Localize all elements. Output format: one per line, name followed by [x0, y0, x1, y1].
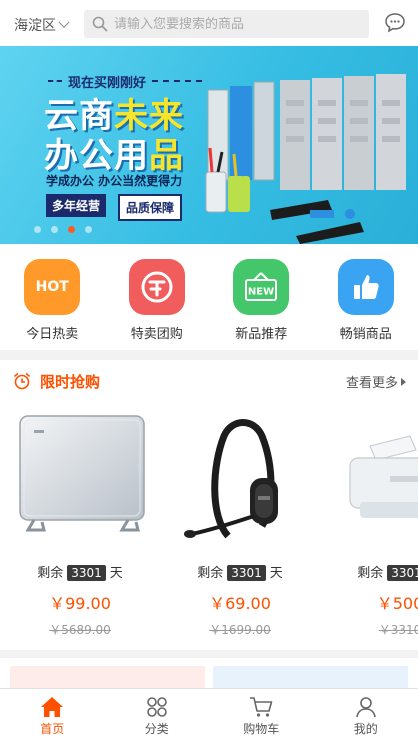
banner-dot[interactable] [34, 226, 41, 233]
hot-icon: HOT [24, 259, 81, 315]
tab-label: 首页 [40, 722, 65, 736]
remain-prefix: 剩余 [197, 566, 224, 581]
banner-headline-2: 办公用品 [44, 128, 184, 177]
banner-dot-active[interactable] [68, 226, 75, 233]
banner-headline-2b: 品 [149, 136, 184, 176]
district-selector[interactable]: 海淀区 [14, 15, 70, 35]
quick-nav-group-buy[interactable]: 特卖团购 [105, 244, 210, 350]
thumbs-up-icon [337, 259, 394, 315]
banner-tag-experience: 多年经营 [46, 194, 107, 217]
flash-sale-item[interactable]: 剩余3301天 ￥500 ￥3310 [320, 402, 418, 650]
office-supplies-illustration [205, 74, 406, 244]
banner-pagination [34, 226, 92, 233]
days-count-badge: 3301 [67, 565, 106, 581]
search-input[interactable] [114, 16, 354, 32]
original-price: ￥1699.00 [209, 623, 271, 637]
quick-nav-label: 特卖团购 [130, 327, 183, 342]
product-image-heater [19, 415, 145, 532]
bottom-tab-bar: 首页 分类 购物车 我的 [0, 688, 418, 740]
tab-label: 分类 [144, 722, 169, 736]
banner-dot[interactable] [85, 226, 92, 233]
group-buy-icon [128, 259, 185, 315]
chat-bubble-icon[interactable] [384, 12, 406, 34]
original-price: ￥5689.00 [49, 623, 111, 637]
tab-home[interactable]: 首页 [0, 689, 105, 740]
promo-card[interactable] [213, 666, 408, 690]
flash-sale-list: 剩余 3301 天 ￥99.00 ￥5689.00 剩余 3301 天 ￥69.00 ￥… [0, 402, 418, 650]
flash-sale-title: 限时抢购 [40, 373, 101, 391]
remain-suffix: 天 [269, 566, 283, 581]
banner-tag-quality: 品质保障 [118, 194, 183, 221]
remain-suffix: 天 [109, 566, 123, 581]
home-icon [41, 697, 64, 717]
remaining-days: 剩余3301天 [160, 562, 320, 581]
tab-profile[interactable]: 我的 [314, 689, 418, 740]
chevron-down-icon [58, 16, 70, 28]
remaining-days: 剩余3301天 [0, 562, 160, 581]
quick-nav-label: 今日热卖 [26, 327, 79, 342]
product-image-printer [349, 435, 418, 518]
flash-sale-header: 限时抢购 查看更多 [0, 360, 418, 402]
alarm-clock-icon [14, 373, 30, 390]
promo-cards-peek [0, 658, 418, 690]
remain-prefix: 剩余 [37, 566, 64, 581]
cart-icon [250, 697, 273, 717]
view-more-link[interactable]: 查看更多 [346, 372, 406, 391]
sale-price: ￥99.00 [49, 594, 111, 613]
quick-nav-label: 新品推荐 [235, 327, 288, 342]
search-icon [92, 16, 108, 32]
quick-nav-hot[interactable]: HOT 今日热卖 [0, 244, 105, 350]
product-image-headset [184, 419, 278, 539]
remaining-days: 剩余3301天 [320, 562, 418, 581]
flash-sale-item[interactable]: 剩余 3301 天 ￥69.00 ￥1699.00 [160, 402, 320, 650]
sale-price: ￥69.00 [209, 594, 271, 613]
sale-price: ￥500 [376, 594, 418, 613]
banner-subtitle: 学成办公 办公当然更得力 [46, 174, 183, 188]
banner-headline-2a: 办公用 [44, 136, 149, 176]
search-bar[interactable] [84, 10, 369, 38]
days-count-badge: 3301 [387, 565, 418, 581]
promo-banner[interactable]: 现在买刚刚好 云商未来 办公用品 学成办公 办公当然更得力 多年经营 品质保障 [0, 46, 418, 244]
tab-label: 我的 [353, 722, 378, 736]
tab-category[interactable]: 分类 [105, 689, 210, 740]
tab-cart[interactable]: 购物车 [209, 689, 314, 740]
banner-dot[interactable] [51, 226, 58, 233]
new-tag-text: NEW [248, 287, 274, 298]
new-tag-icon: NEW [233, 259, 290, 315]
top-header: 海淀区 [0, 0, 418, 46]
category-icon [146, 697, 167, 717]
view-more-label: 查看更多 [345, 376, 398, 391]
user-icon [355, 697, 376, 718]
quick-nav: HOT 今日热卖 特卖团购 NEW 新品推荐 畅销商品 [0, 244, 418, 350]
chevron-right-icon [401, 377, 406, 386]
promo-card[interactable] [10, 666, 205, 690]
quick-nav-label: 畅销商品 [339, 327, 392, 342]
days-count-badge: 3301 [227, 565, 266, 581]
original-price: ￥3310 [378, 623, 418, 637]
remain-prefix: 剩余 [357, 566, 384, 581]
quick-nav-bestseller[interactable]: 畅销商品 [314, 244, 418, 350]
tab-label: 购物车 [243, 722, 280, 736]
flash-sale-item[interactable]: 剩余 3301 天 ￥99.00 ￥5689.00 [0, 402, 160, 650]
district-label: 海淀区 [14, 18, 56, 34]
flash-sale-section: 限时抢购 查看更多 剩余 3301 天 ￥99.00 ￥5689.00 剩余 3… [0, 360, 418, 650]
quick-nav-new[interactable]: NEW 新品推荐 [209, 244, 314, 350]
